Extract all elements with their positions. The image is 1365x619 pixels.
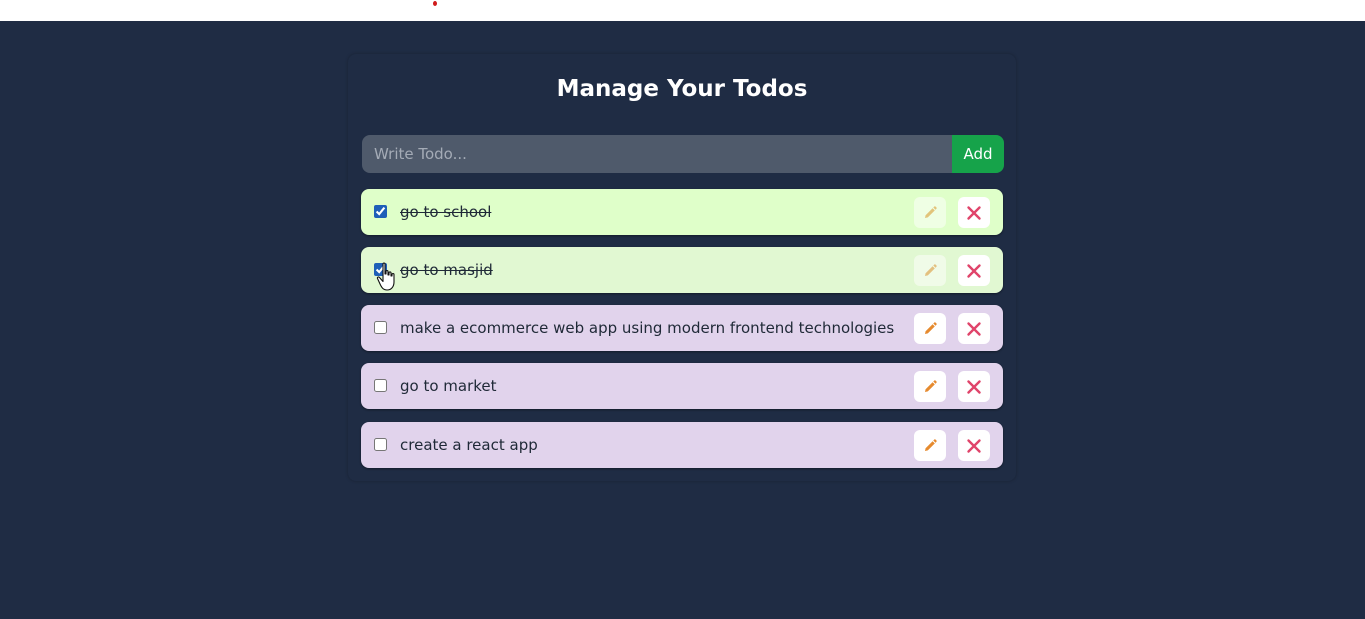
delete-button[interactable]: [958, 313, 990, 344]
todo-text: go to masjid: [400, 261, 493, 279]
pencil-icon: [925, 263, 937, 276]
delete-button[interactable]: [958, 197, 990, 228]
todo-checkbox[interactable]: [374, 205, 387, 218]
todo-item: create a react app: [361, 422, 1003, 468]
delete-button[interactable]: [958, 255, 990, 286]
delete-button[interactable]: [958, 430, 990, 461]
todo-item: make a ecommerce web app using modern fr…: [361, 305, 1003, 351]
page-title: Manage Your Todos: [556, 76, 808, 102]
todo-text: create a react app: [400, 436, 538, 454]
delete-button[interactable]: [958, 371, 990, 402]
todo-checkbox[interactable]: [374, 379, 387, 392]
close-icon: [967, 379, 981, 394]
edit-button[interactable]: [914, 430, 946, 461]
red-dot-mark: [433, 1, 437, 6]
todo-text: go to school: [400, 203, 492, 221]
todo-item: go to masjid: [361, 247, 1003, 293]
edit-button[interactable]: [914, 255, 946, 286]
edit-button[interactable]: [914, 313, 946, 344]
todo-item: go to school: [361, 189, 1003, 235]
todo-checkbox[interactable]: [374, 438, 387, 451]
todo-card: Manage Your Todos Add go to school go to …: [348, 54, 1016, 481]
pencil-icon: [925, 205, 937, 218]
close-icon: [967, 438, 981, 453]
edit-button[interactable]: [914, 197, 946, 228]
pencil-icon: [925, 438, 937, 451]
close-icon: [967, 263, 981, 278]
edit-button[interactable]: [914, 371, 946, 402]
browser-top-strip: [0, 0, 1365, 21]
close-icon: [967, 205, 981, 220]
todo-text: make a ecommerce web app using modern fr…: [400, 319, 895, 337]
page-background: Manage Your Todos Add go to school go to …: [0, 21, 1365, 619]
todo-text: go to market: [400, 377, 497, 395]
add-todo-form: Add: [362, 135, 1004, 173]
pencil-icon: [925, 379, 937, 392]
todo-input[interactable]: [362, 135, 952, 173]
pencil-icon: [925, 321, 937, 334]
hand-cursor-icon: [376, 262, 395, 291]
close-icon: [967, 321, 981, 336]
todo-item: go to market: [361, 363, 1003, 409]
todo-checkbox[interactable]: [374, 321, 387, 334]
add-button[interactable]: Add: [952, 135, 1004, 173]
